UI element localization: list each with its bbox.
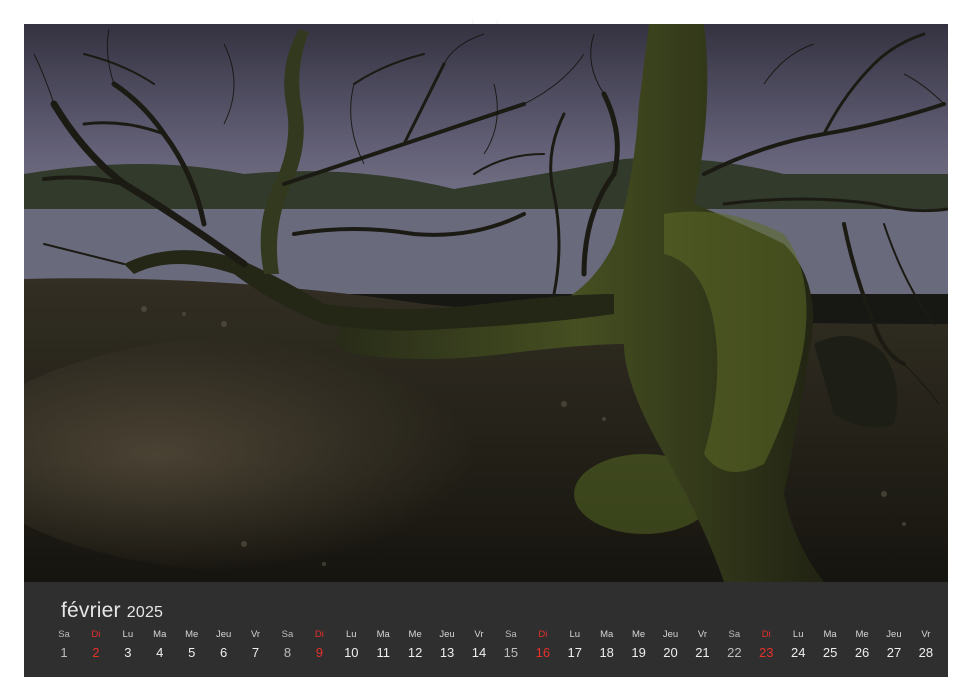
day-number: 24 (790, 645, 806, 660)
weekday-label: Vr (921, 629, 931, 640)
day-column: Lu 17 (563, 628, 587, 668)
weekday-label: Sa (728, 629, 741, 640)
day-column: Di 2 (84, 628, 108, 668)
day-number: 1 (60, 645, 68, 660)
day-column: Me 19 (627, 628, 651, 668)
day-number: 13 (439, 645, 455, 660)
calendar-photo (24, 24, 948, 582)
day-column: Vr 28 (914, 628, 938, 668)
month-name: février (61, 599, 121, 622)
day-column: Ma 4 (148, 628, 172, 668)
weekday-label: Sa (58, 629, 70, 640)
day-column: Vr 21 (690, 628, 714, 668)
day-column: Vr 7 (244, 628, 268, 668)
day-number: 10 (344, 645, 359, 660)
weekday-label: Lu (569, 629, 581, 640)
weekday-label: Me (631, 629, 646, 640)
day-column: Me 26 (850, 628, 874, 668)
day-column: Sa 1 (52, 628, 76, 668)
weekday-label: Di (314, 629, 324, 640)
day-number: 21 (695, 645, 710, 660)
weekday-label: Di (91, 629, 101, 640)
day-column: Lu 24 (786, 628, 810, 668)
day-number: 11 (376, 645, 390, 660)
day-column: Sa 15 (499, 628, 523, 668)
day-column: Sa 8 (275, 628, 299, 668)
weekday-label: Me (408, 629, 422, 640)
day-number: 27 (886, 645, 902, 660)
day-column: Lu 10 (339, 628, 363, 668)
weekday-label: Ma (600, 629, 614, 640)
weekday-label: Di (538, 629, 548, 640)
day-number: 4 (156, 645, 164, 660)
day-grid: Sa 1 Di 2 Lu 3 Ma 4 Me 5 Jeu 6 Vr 7 Sa 8 Di 9 Lu 10 Ma 11 Me 12… (52, 628, 938, 668)
day-number: 20 (663, 645, 678, 660)
day-column: Ma 11 (371, 628, 395, 668)
day-number: 22 (727, 645, 742, 660)
weekday-label: Ma (823, 629, 837, 640)
weekday-label: Me (185, 629, 199, 640)
day-column: Me 5 (180, 628, 204, 668)
weekday-label: Jeu (886, 629, 902, 640)
day-column: Vr 14 (467, 628, 491, 668)
day-number: 7 (251, 645, 260, 660)
day-number: 16 (535, 645, 551, 660)
day-number: 5 (188, 645, 196, 660)
day-number: 18 (599, 645, 614, 660)
day-column: Ma 18 (595, 628, 619, 668)
weekday-label: Di (761, 629, 771, 640)
day-number: 17 (567, 645, 582, 660)
weekday-label: Lu (122, 629, 134, 640)
day-number: 25 (822, 645, 838, 660)
day-number: 6 (219, 645, 228, 660)
day-number: 19 (631, 645, 646, 660)
day-column: Me 12 (403, 628, 427, 668)
weekday-label: Vr (697, 629, 708, 640)
weekday-label: Jeu (439, 629, 455, 640)
day-column: Jeu 27 (882, 628, 906, 668)
weekday-label: Jeu (662, 629, 679, 640)
weekday-label: Lu (346, 629, 357, 640)
tree-photo-illustration (24, 24, 948, 582)
weekday-label: Ma (376, 629, 390, 640)
weekday-label: Jeu (215, 629, 232, 640)
day-column: Jeu 20 (659, 628, 683, 668)
calendar-footer: février 2025 Sa 1 Di 2 Lu 3 Ma 4 Me 5 Jeu 6 Vr 7 Sa 8 Di 9… (24, 582, 948, 677)
weekday-label: Sa (281, 629, 294, 640)
weekday-label: Vr (474, 629, 484, 640)
day-column: Di 16 (531, 628, 555, 668)
weekday-label: Sa (505, 629, 517, 640)
day-column: Di 23 (754, 628, 778, 668)
weekday-label: Lu (792, 629, 804, 640)
day-number: 8 (283, 645, 292, 660)
day-number: 23 (759, 645, 774, 660)
day-number: 3 (124, 645, 132, 660)
day-number: 9 (315, 645, 323, 660)
weekday-label: Me (855, 629, 869, 640)
year-label: 2025 (126, 604, 164, 621)
month-title: février 2025 (61, 599, 163, 623)
day-column: Sa 22 (722, 628, 746, 668)
day-column: Lu 3 (116, 628, 140, 668)
day-column: Ma 25 (818, 628, 842, 668)
day-number: 26 (854, 645, 870, 660)
day-number: 12 (407, 645, 423, 660)
day-number: 15 (503, 645, 519, 660)
day-number: 14 (471, 645, 487, 660)
day-column: Jeu 6 (212, 628, 236, 668)
day-number: 2 (92, 645, 100, 660)
day-column: Di 9 (307, 628, 331, 668)
day-number: 28 (918, 645, 934, 660)
weekday-label: Vr (250, 629, 261, 640)
weekday-label: Ma (153, 629, 167, 640)
day-column: Jeu 13 (435, 628, 459, 668)
